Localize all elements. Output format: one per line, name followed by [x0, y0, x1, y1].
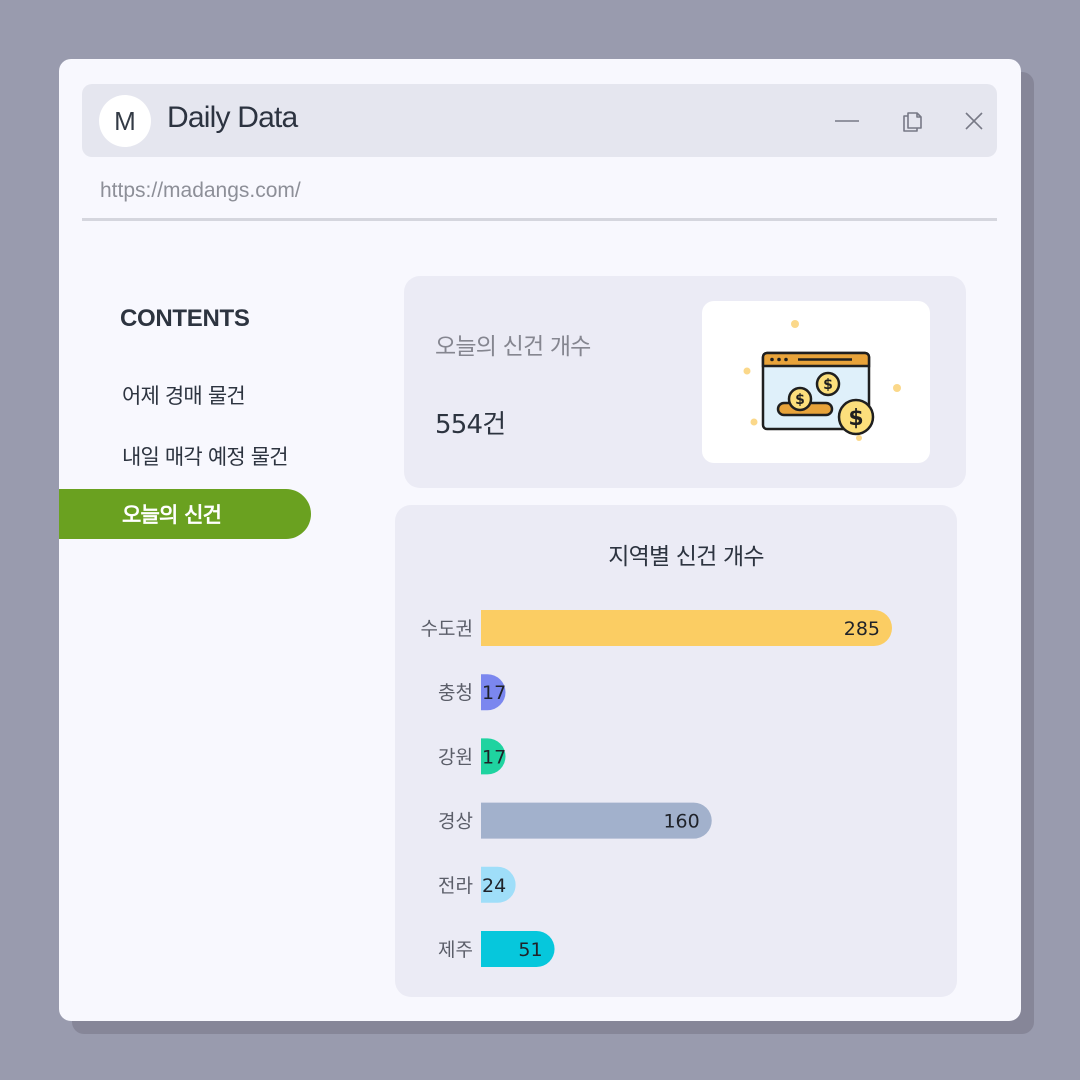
bar[interactable] [481, 610, 892, 646]
restore-button[interactable] [897, 106, 927, 136]
sidebar-title: CONTENTS [120, 305, 250, 332]
value-label: 51 [518, 939, 542, 961]
category-label: 강원 [438, 746, 473, 768]
value-label: 24 [482, 875, 506, 897]
svg-text:$: $ [848, 406, 863, 431]
new-count-label: 오늘의 신건 개수 [435, 334, 591, 360]
app-window: M Daily Data https://madangs.com/ CONTEN… [59, 59, 1021, 1021]
minimize-button[interactable] [832, 106, 862, 136]
restore-icon [903, 112, 922, 132]
sidebar-item-yesterday-auction[interactable]: 어제 경매 물건 [59, 370, 311, 420]
new-count-value: 554건 [435, 410, 506, 440]
money-browser-icon: $ $ $ [743, 320, 901, 441]
address-bar[interactable]: https://madangs.com/ [82, 167, 997, 221]
title-bar: M Daily Data [82, 84, 997, 157]
illustration-box: $ $ $ [702, 301, 930, 463]
region-chart-card: 지역별 신건 개수 수도권 285 충청 17 강원 17 경상 160 전라 24 제주 51 [395, 505, 957, 997]
category-label: 제주 [438, 939, 473, 961]
close-icon [965, 112, 983, 130]
value-label: 17 [482, 746, 506, 768]
value-label: 160 [663, 811, 699, 833]
sidebar-item-today-new[interactable]: 오늘의 신건 [59, 489, 311, 539]
app-title: Daily Data [167, 101, 298, 134]
category-label: 수도권 [421, 618, 473, 640]
svg-text:$: $ [795, 392, 805, 408]
svg-text:$: $ [823, 377, 833, 393]
app-logo: M [99, 95, 151, 147]
category-label: 경상 [438, 811, 473, 833]
category-label: 전라 [438, 875, 473, 897]
close-button[interactable] [959, 106, 989, 136]
sidebar-item-tomorrow-sale[interactable]: 내일 매각 예정 물건 [59, 431, 311, 481]
value-label: 285 [844, 618, 880, 640]
value-label: 17 [482, 682, 506, 704]
new-count-card: 오늘의 신건 개수 554건 $ $ $ [404, 276, 966, 488]
region-bar-chart: 수도권 285 충청 17 강원 17 경상 160 전라 24 제주 51 [421, 610, 892, 967]
minimize-icon [835, 120, 859, 122]
url-text: https://madangs.com/ [100, 179, 301, 202]
category-label: 충청 [438, 682, 473, 704]
